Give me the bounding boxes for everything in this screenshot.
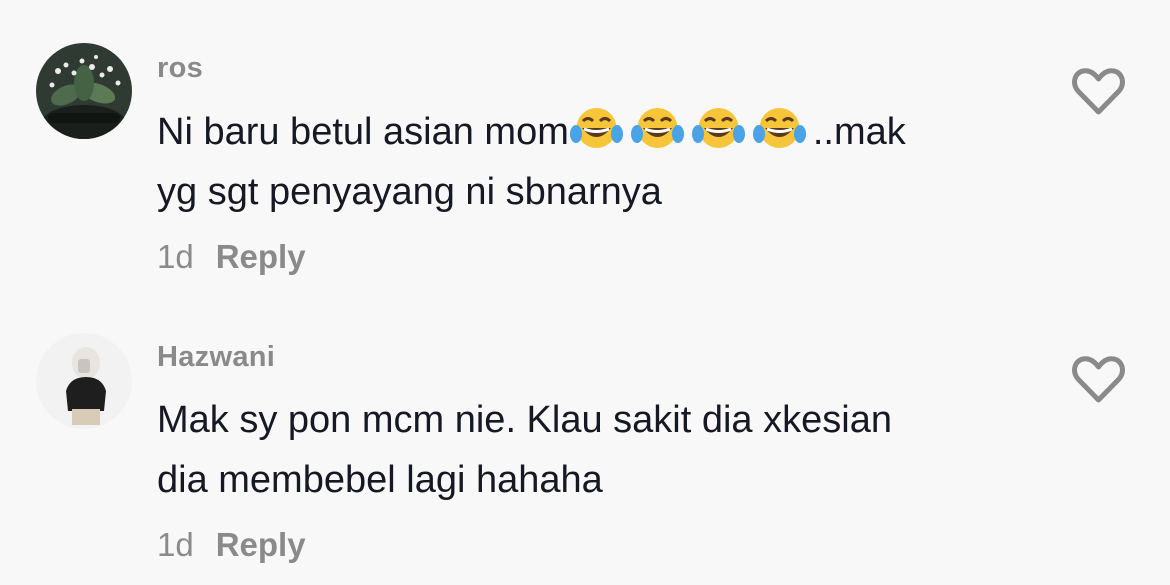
heart-icon[interactable]	[1071, 354, 1126, 404]
comment-text: Ni baru betul asian mom ..mak yg sgt peny…	[157, 102, 1037, 222]
comment-text-line2: dia membebel lagi hahaha	[157, 459, 603, 501]
face-with-tears-of-joy-icon	[752, 108, 806, 148]
comment-username[interactable]: Hazwani	[157, 341, 275, 374]
reply-button[interactable]: Reply	[216, 238, 306, 276]
comment-item: Hazwani Mak sy pon mcm nie. Klau sakit d…	[0, 290, 1170, 585]
comment-text: Mak sy pon mcm nie. Klau sakit dia xkesi…	[157, 390, 1037, 510]
comment-text-line1: Ni baru betul asian mom	[157, 111, 569, 153]
comment-username[interactable]: ros	[157, 52, 203, 85]
comment-text-line2: yg sgt penyayang ni sbnarnya	[157, 171, 662, 213]
avatar[interactable]	[36, 333, 132, 429]
emoji-group	[569, 108, 813, 153]
comment-timestamp: 1d	[157, 238, 194, 275]
reply-button[interactable]: Reply	[216, 526, 306, 564]
avatar[interactable]	[36, 43, 132, 139]
face-with-tears-of-joy-icon	[630, 108, 684, 148]
comment-meta: 1d Reply	[157, 238, 306, 276]
comment-text-suffix: ..mak	[812, 111, 906, 153]
face-with-tears-of-joy-icon	[569, 108, 623, 148]
comment-meta: 1d Reply	[157, 526, 306, 564]
face-with-tears-of-joy-icon	[691, 108, 745, 148]
comment-item: ros Ni baru betul asian mom ..mak yg sgt …	[0, 0, 1170, 290]
heart-icon[interactable]	[1071, 66, 1126, 116]
comment-text-line1: Mak sy pon mcm nie. Klau sakit dia xkesi…	[157, 399, 892, 441]
comment-timestamp: 1d	[157, 526, 194, 563]
